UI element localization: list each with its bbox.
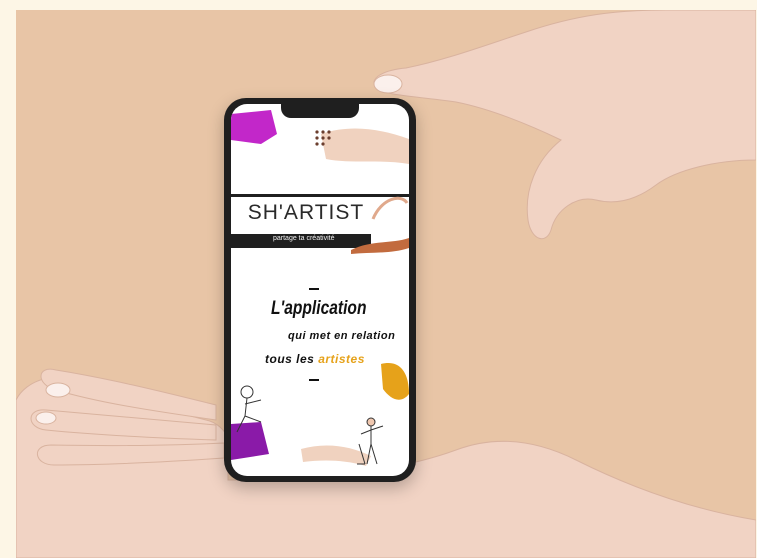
last-line-prefix: tous les: [265, 352, 315, 366]
magenta-brush-icon: [231, 110, 277, 144]
orange-stroke-icon: [381, 363, 409, 400]
last-line-accent: artistes: [318, 352, 365, 366]
logo-swirl-icon: [371, 196, 409, 220]
purple-brush-icon: [231, 422, 269, 460]
top-hand-icon: [373, 10, 756, 240]
photo: SH'ARTIST partage ta créativité L'applic…: [16, 10, 756, 558]
subline: qui met en relation: [288, 330, 396, 342]
last-line: tous les artistes: [265, 352, 365, 366]
divider-bottom: [309, 379, 319, 381]
headline: L'application: [271, 298, 367, 319]
smartphone: SH'ARTIST partage ta créativité L'applic…: [224, 98, 416, 482]
app-tagline: partage ta créativité: [273, 235, 335, 242]
skin-brush-icon: [321, 128, 409, 164]
divider-top: [309, 288, 319, 290]
phone-notch: [281, 104, 359, 118]
phone-screen: SH'ARTIST partage ta créativité L'applic…: [231, 104, 409, 476]
tagline-brush-icon: [351, 238, 409, 254]
tagline-bar: partage ta créativité: [231, 234, 371, 248]
app-logo: SH'ARTIST: [247, 201, 365, 224]
decorative-art: [231, 110, 409, 466]
